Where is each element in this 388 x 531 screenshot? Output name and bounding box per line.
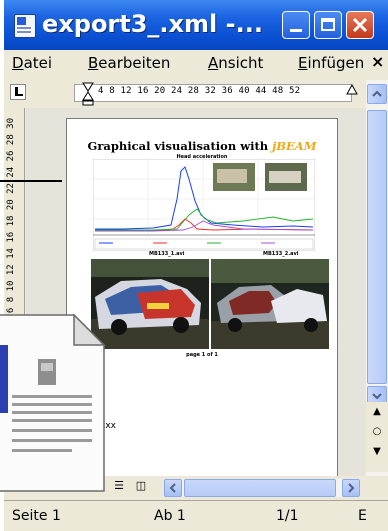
close-button[interactable] <box>346 11 374 39</box>
previous-page-icon[interactable]: ▲ <box>366 406 388 417</box>
scroll-right-button[interactable] <box>342 479 360 497</box>
menu-datei[interactable]: Datei <box>12 54 52 72</box>
document-close-button[interactable]: × <box>371 52 384 71</box>
ruler-numbers: 4 8 12 16 20 24 28 32 36 40 44 48 52 <box>98 86 301 96</box>
minimize-button[interactable] <box>282 11 310 39</box>
scroll-left-button[interactable] <box>164 479 182 497</box>
title-bar[interactable]: export3_.xml -... <box>4 0 388 50</box>
next-page-icon[interactable]: ▼ <box>366 446 388 457</box>
status-page: Seite 1 <box>12 508 61 524</box>
reading-view-icon[interactable]: ◫ <box>132 479 150 495</box>
browse-object-icon[interactable]: ○ <box>366 426 388 437</box>
close-icon <box>352 17 368 33</box>
right-indent-icon[interactable] <box>346 84 358 96</box>
horizontal-scroll-thumb[interactable] <box>184 479 336 497</box>
status-page-count: 1/1 <box>276 508 299 524</box>
indent-marker-icon[interactable] <box>82 82 94 106</box>
horizontal-scrollbar[interactable] <box>164 479 360 497</box>
crash-photo-left <box>91 259 209 349</box>
vertical-ruler-numbers: 2 4 6 8 10 12 14 16 18 20 22 24 26 28 30 <box>6 118 16 335</box>
maximize-icon <box>321 18 335 31</box>
scroll-up-button[interactable] <box>367 84 387 104</box>
status-section: Ab 1 <box>154 508 186 524</box>
caption-right: MB133_2.avi <box>263 251 299 257</box>
status-bar: Seite 1 Ab 1 1/1 E <box>4 500 388 531</box>
connector-line <box>0 180 62 182</box>
menu-einfuegen[interactable]: Einfügen <box>298 54 364 72</box>
status-extra: E <box>358 508 367 524</box>
menu-bar: Datei Bearbeiten Ansicht Einfügen × <box>4 50 388 78</box>
word-document-icon <box>14 14 36 38</box>
vertical-scrollbar[interactable]: ▲ ○ ▼ <box>366 80 388 476</box>
window-title: export3_.xml -... <box>42 10 263 38</box>
menu-ansicht[interactable]: Ansicht <box>208 54 263 72</box>
caption-left: MB133_1.avi <box>149 251 185 257</box>
crash-photo-right <box>211 259 329 349</box>
vertical-scroll-thumb[interactable] <box>367 110 387 384</box>
head-acceleration-chart <box>93 159 315 251</box>
xml-file-icon[interactable] <box>0 311 108 495</box>
menu-bearbeiten[interactable]: Bearbeiten <box>88 54 170 72</box>
page-title: Graphical visualisation with jBEAM <box>87 139 317 153</box>
tab-selector[interactable] <box>10 84 26 100</box>
minimize-icon <box>290 29 302 32</box>
outline-view-icon[interactable]: ☰ <box>110 479 128 495</box>
maximize-button[interactable] <box>314 11 342 39</box>
jbeam-logo: jBEAM <box>272 139 317 153</box>
